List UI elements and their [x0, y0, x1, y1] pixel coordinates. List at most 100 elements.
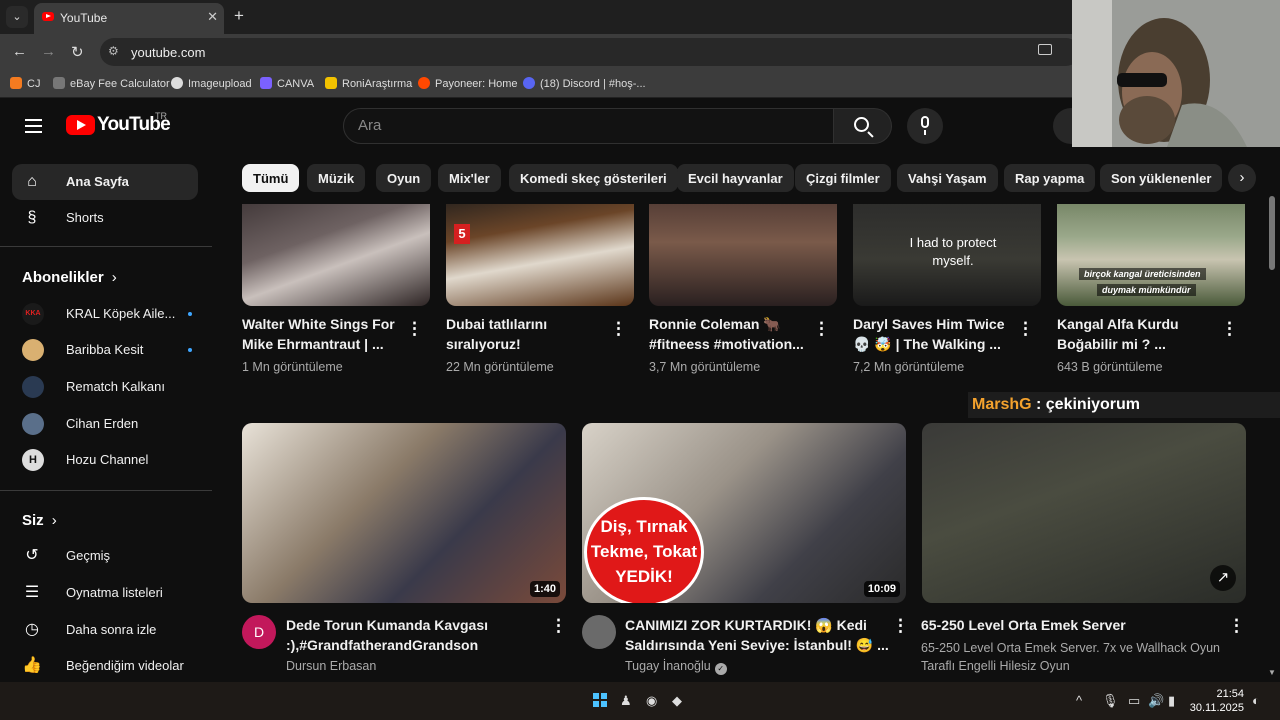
channel-avatar[interactable] — [582, 615, 616, 649]
more-options-icon[interactable]: ⋮ — [1017, 319, 1034, 339]
video-title[interactable]: Walter White Sings For Mike Ehrmantraut |… — [242, 314, 402, 354]
site-info-icon[interactable]: ⚙ — [108, 44, 119, 58]
chip-pets[interactable]: Evcil hayvanlar — [677, 164, 794, 192]
chip-music[interactable]: Müzik — [307, 164, 366, 192]
notification-icon[interactable]: ◐ — [1252, 693, 1260, 708]
sidebar-item-home[interactable]: ⌂ Ana Sayfa — [12, 164, 198, 200]
chip-rap[interactable]: Rap yapma — [1004, 164, 1096, 192]
chip-recently-uploaded[interactable]: Son yüklenenler — [1100, 164, 1223, 192]
open-external-icon[interactable]: ↗ — [1210, 565, 1236, 591]
windows-start-icon[interactable] — [593, 693, 607, 707]
video-feed: Walter White Sings For Mike Ehrmantraut |… — [230, 204, 1270, 680]
search-button[interactable] — [834, 108, 892, 144]
video-title-line: Mike Ehrmantraut | ... — [242, 336, 384, 352]
bookmark-canva[interactable]: CANVA — [260, 77, 314, 90]
more-options-icon[interactable]: ⋮ — [610, 319, 627, 339]
sidebar-item-liked-videos[interactable]: 👍 Beğendiğim videolar — [12, 648, 198, 684]
tab-close-icon[interactable]: ✕ — [207, 9, 218, 25]
taskbar-app-icon[interactable]: ◆ — [672, 693, 682, 709]
browser-tab-youtube[interactable]: YouTube ✕ — [34, 3, 224, 34]
sidebar-item-baribba-kesit[interactable]: Baribba Kesit — [12, 332, 198, 368]
video-title[interactable]: Ronnie Coleman 🐂 #fitneess #motivation... — [649, 314, 809, 354]
video-thumbnail[interactable]: 1:40 — [242, 423, 566, 603]
video-title[interactable]: Daryl Saves Him Twice 💀 🤯 | The Walking .… — [853, 314, 1013, 354]
microphone-tray-icon[interactable]: 🎙 — [1102, 693, 1119, 709]
install-app-icon[interactable] — [1038, 44, 1052, 55]
forward-icon[interactable]: → — [41, 43, 56, 60]
taskbar-app-icon[interactable]: ♟ — [620, 693, 632, 709]
video-title-line: Saldırısında Yeni Seviye: İstanbul! 😅 ..… — [625, 637, 889, 653]
video-title[interactable]: Dede Torun Kumanda Kavgası:),#Grandfathe… — [286, 615, 536, 655]
video-thumbnail[interactable]: I had to protect myself. — [853, 204, 1041, 306]
scroll-down-icon[interactable]: ▼ — [1268, 668, 1276, 677]
channel-avatar[interactable]: D — [242, 615, 276, 649]
bookmark-imageupload[interactable]: Imageupload — [171, 77, 252, 90]
chevron-right-icon: › — [51, 512, 57, 529]
bookmark-roniarastirma[interactable]: RoniAraştırma — [325, 77, 412, 90]
chrome-taskbar-icon[interactable]: ◉ — [646, 693, 657, 709]
more-options-icon[interactable]: ⋮ — [406, 319, 423, 339]
volume-icon[interactable]: 🔊 — [1148, 693, 1164, 709]
sidebar-item-shorts[interactable]: § Shorts — [12, 200, 198, 236]
bookmark-discord[interactable]: (18) Discord | #hoş-... — [523, 77, 646, 90]
chip-all[interactable]: Tümü — [242, 164, 300, 192]
chevron-right-icon[interactable]: › — [1228, 164, 1256, 192]
search-icon — [854, 117, 869, 132]
more-options-icon[interactable]: ⋮ — [550, 616, 567, 636]
sidebar-divider — [0, 490, 212, 491]
tray-overflow-icon[interactable]: ^ — [1076, 693, 1082, 708]
video-thumbnail[interactable] — [649, 204, 837, 306]
bookmark-ebay-fee-calculator[interactable]: eBay Fee Calculator — [53, 77, 170, 90]
chat-message: : çekiniyorum — [1036, 396, 1141, 413]
channel-name[interactable]: Dursun Erbasan — [286, 657, 376, 675]
video-thumbnail[interactable]: birçok kangal üreticisinden duymak mümkü… — [1057, 204, 1245, 306]
channel-name[interactable]: Tugay İnanoğlu ✓ — [625, 657, 727, 675]
bookmark-cj[interactable]: CJ — [10, 77, 40, 90]
more-options-icon[interactable]: ⋮ — [1228, 616, 1245, 636]
chip-comedy-sketches[interactable]: Komedi skeç gösterileri — [509, 164, 678, 192]
video-thumbnail[interactable]: Diş, Tırnak Tekme, Tokat YEDİK! 10:09 — [582, 423, 906, 603]
video-title[interactable]: Kangal Alfa Kurdu Boğabilir mi ? ... — [1057, 314, 1217, 354]
video-title[interactable]: Dubai tatlılarını sıralıyoruz! — [446, 314, 606, 354]
sidebar-item-watch-later[interactable]: ◷ Daha sonra izle — [12, 612, 198, 648]
page-scrollbar[interactable] — [1269, 196, 1275, 270]
sidebar-item-kral-kopek[interactable]: KKA KRAL Köpek Aile... — [12, 296, 198, 332]
network-icon[interactable]: ▭ — [1128, 693, 1140, 709]
url-text[interactable]: youtube.com — [131, 45, 205, 60]
video-thumbnail[interactable]: 5 — [446, 204, 634, 306]
search-input[interactable] — [358, 117, 818, 134]
you-header[interactable]: Siz › — [22, 512, 57, 529]
streamer-webcam-image — [1072, 0, 1280, 147]
reload-icon[interactable]: ↻ — [71, 43, 84, 61]
sidebar-item-hozu-channel[interactable]: H Hozu Channel — [12, 442, 198, 478]
channel-avatar: KKA — [22, 303, 44, 325]
tab-search-icon[interactable]: ⌄ — [6, 6, 28, 28]
chip-wildlife[interactable]: Vahşi Yaşam — [897, 164, 998, 192]
more-options-icon[interactable]: ⋮ — [1221, 319, 1238, 339]
address-bar[interactable]: ⚙ youtube.com — [100, 38, 1080, 66]
more-options-icon[interactable]: ⋮ — [813, 319, 830, 339]
sidebar-item-rematch-kalkani[interactable]: Rematch Kalkanı — [12, 369, 198, 405]
sidebar-item-playlists[interactable]: ☰ Oynatma listeleri — [12, 575, 198, 611]
subscriptions-header[interactable]: Abonelikler › — [22, 269, 117, 286]
back-icon[interactable]: ← — [12, 43, 27, 60]
video-thumbnail[interactable] — [242, 204, 430, 306]
sidebar-item-cihan-erden[interactable]: Cihan Erden — [12, 406, 198, 442]
chip-mixes[interactable]: Mix'ler — [438, 164, 501, 192]
bookmark-payoneer[interactable]: Payoneer: Home — [418, 77, 518, 90]
youtube-logo-icon[interactable] — [66, 115, 95, 135]
video-title-line: Ronnie Coleman 🐂 — [649, 316, 781, 332]
video-thumbnail[interactable]: ↗ — [922, 423, 1246, 603]
sidebar-item-history[interactable]: ↺ Geçmiş — [12, 538, 198, 574]
guide-menu-icon[interactable] — [25, 119, 42, 133]
video-views: 643 B görüntüleme — [1057, 360, 1163, 374]
video-title[interactable]: 65-250 Level Orta Emek Server — [921, 615, 1211, 635]
voice-search-button[interactable] — [907, 108, 943, 144]
chip-gaming[interactable]: Oyun — [376, 164, 432, 192]
battery-icon[interactable]: ▮ — [1168, 693, 1175, 709]
video-title[interactable]: CANIMIZI ZOR KURTARDIK! 😱 Kedi Saldırısın… — [625, 615, 893, 655]
more-options-icon[interactable]: ⋮ — [892, 616, 909, 636]
clock[interactable]: 21:54 30.11.2025 — [1190, 687, 1244, 715]
chip-cartoons[interactable]: Çizgi filmler — [795, 164, 891, 192]
new-tab-icon[interactable]: + — [234, 6, 244, 26]
